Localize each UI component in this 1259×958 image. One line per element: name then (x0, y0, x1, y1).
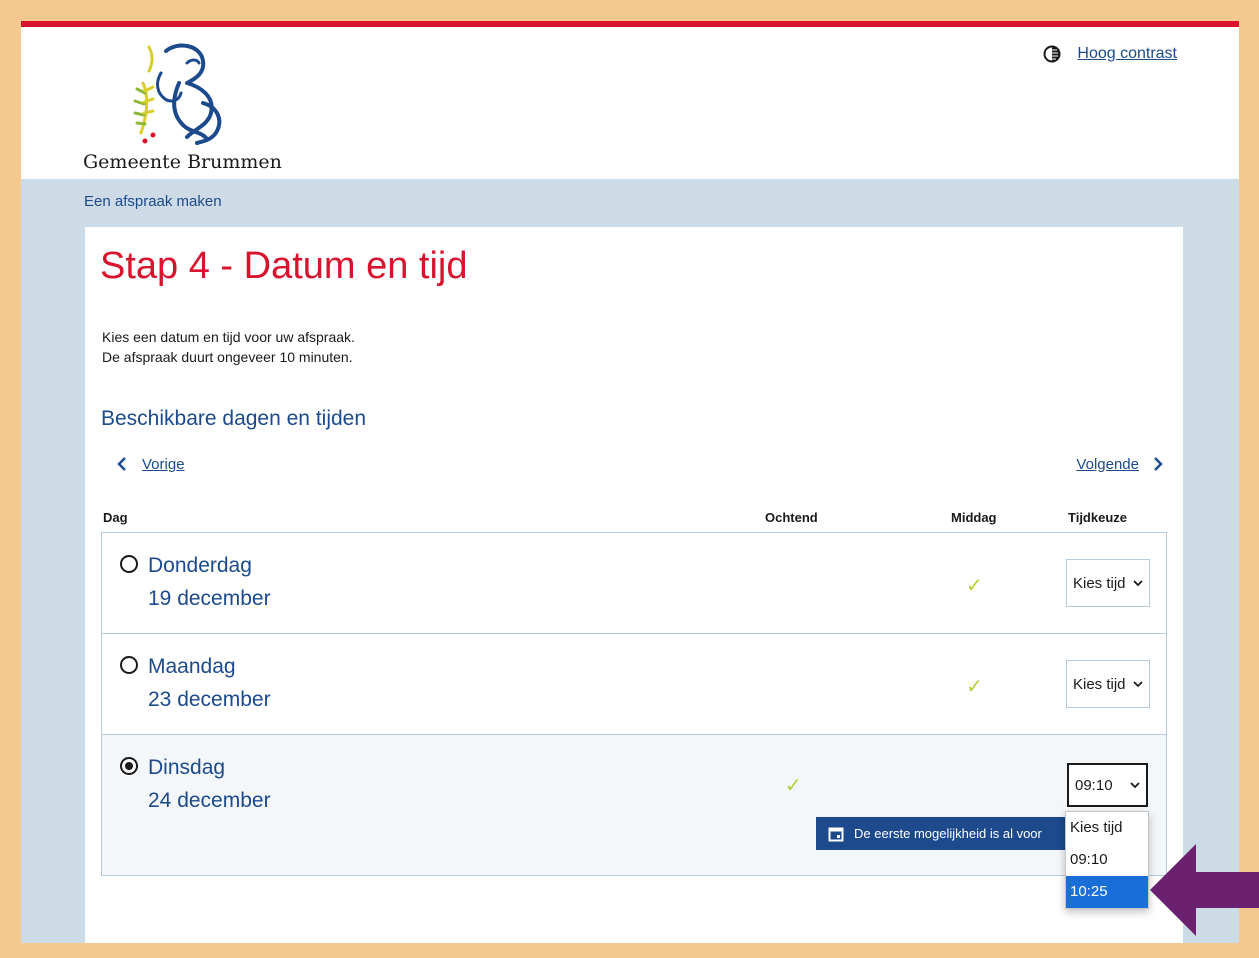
site-header: Gemeente Brummen Hoog contrast (21, 27, 1239, 179)
intro-text: Kies een datum en tijd voor uw afspraak.… (102, 327, 355, 367)
day-radio[interactable] (120, 555, 138, 573)
day-date: 19 december (148, 587, 271, 610)
breadcrumb[interactable]: Een afspraak maken (84, 193, 222, 210)
first-availability-notice: De eerste mogelijkheid is al voor (816, 817, 1066, 850)
availability-table: Donderdag 19 december ✓ Kies tijd Maanda… (101, 532, 1167, 876)
time-select[interactable]: Kies tijd (1066, 559, 1150, 607)
time-select-value: Kies tijd (1073, 574, 1126, 592)
time-dropdown-list[interactable]: Kies tijd 09:10 10:25 (1065, 811, 1149, 909)
day-name: Maandag (148, 655, 236, 678)
page-frame: Gemeente Brummen Hoog contrast Een afspr… (21, 21, 1239, 943)
time-select[interactable]: 09:10 (1067, 763, 1148, 807)
morning-check-icon: ✓ (785, 775, 802, 797)
main-card: Stap 4 - Datum en tijd Kies een datum en… (85, 227, 1183, 943)
column-header-day: Dag (103, 510, 128, 525)
time-select[interactable]: Kies tijd (1066, 660, 1150, 708)
next-link[interactable]: Volgende (1076, 456, 1139, 473)
column-header-morning: Ochtend (765, 510, 818, 525)
logo-text: Gemeente Brummen (83, 151, 282, 173)
day-radio[interactable] (120, 757, 138, 775)
annotation-arrow-icon (1150, 844, 1259, 936)
day-date: 23 december (148, 688, 271, 711)
chevron-down-icon (1133, 681, 1143, 688)
contrast-icon (1043, 45, 1061, 63)
day-date: 24 december (148, 789, 271, 812)
next-week-nav[interactable]: Volgende (1076, 455, 1165, 473)
afternoon-check-icon: ✓ (966, 676, 983, 698)
dropdown-option-highlighted[interactable]: 10:25 (1066, 876, 1148, 908)
chevron-down-icon (1133, 580, 1143, 587)
dropdown-option[interactable]: Kies tijd (1066, 812, 1148, 844)
section-title: Beschikbare dagen en tijden (101, 407, 367, 430)
column-header-time-choice: Tijdkeuze (1068, 510, 1128, 525)
time-select-value: 09:10 (1075, 776, 1113, 794)
day-name: Dinsdag (148, 756, 226, 779)
dropdown-option[interactable]: 09:10 (1066, 844, 1148, 876)
day-radio[interactable] (120, 656, 138, 674)
afternoon-check-icon: ✓ (966, 575, 983, 597)
municipality-logo[interactable]: Gemeente Brummen (83, 43, 282, 173)
table-row[interactable]: Donderdag 19 december ✓ Kies tijd (101, 532, 1167, 634)
chevron-right-icon (1154, 457, 1163, 471)
high-contrast-toggle[interactable]: Hoog contrast (1043, 45, 1177, 63)
previous-link[interactable]: Vorige (142, 456, 185, 473)
time-select-value: Kies tijd (1073, 675, 1126, 693)
day-name: Donderdag (148, 554, 252, 577)
calendar-icon (828, 827, 844, 841)
intro-line: De afspraak duurt ongeveer 10 minuten. (102, 349, 353, 365)
previous-week-nav[interactable]: Vorige (115, 455, 185, 473)
table-row[interactable]: Dinsdag 24 december ✓ 09:10 De eerste mo… (101, 735, 1167, 876)
chevron-left-icon (117, 457, 126, 471)
notice-text: De eerste mogelijkheid is al voor (854, 826, 1042, 841)
page-title: Stap 4 - Datum en tijd (100, 245, 468, 287)
chevron-down-icon (1130, 782, 1140, 789)
high-contrast-link[interactable]: Hoog contrast (1077, 45, 1177, 63)
lion-emblem-icon (133, 43, 222, 145)
column-header-afternoon: Middag (951, 510, 997, 525)
intro-line: Kies een datum en tijd voor uw afspraak. (102, 329, 355, 345)
table-row[interactable]: Maandag 23 december ✓ Kies tijd (101, 634, 1167, 735)
